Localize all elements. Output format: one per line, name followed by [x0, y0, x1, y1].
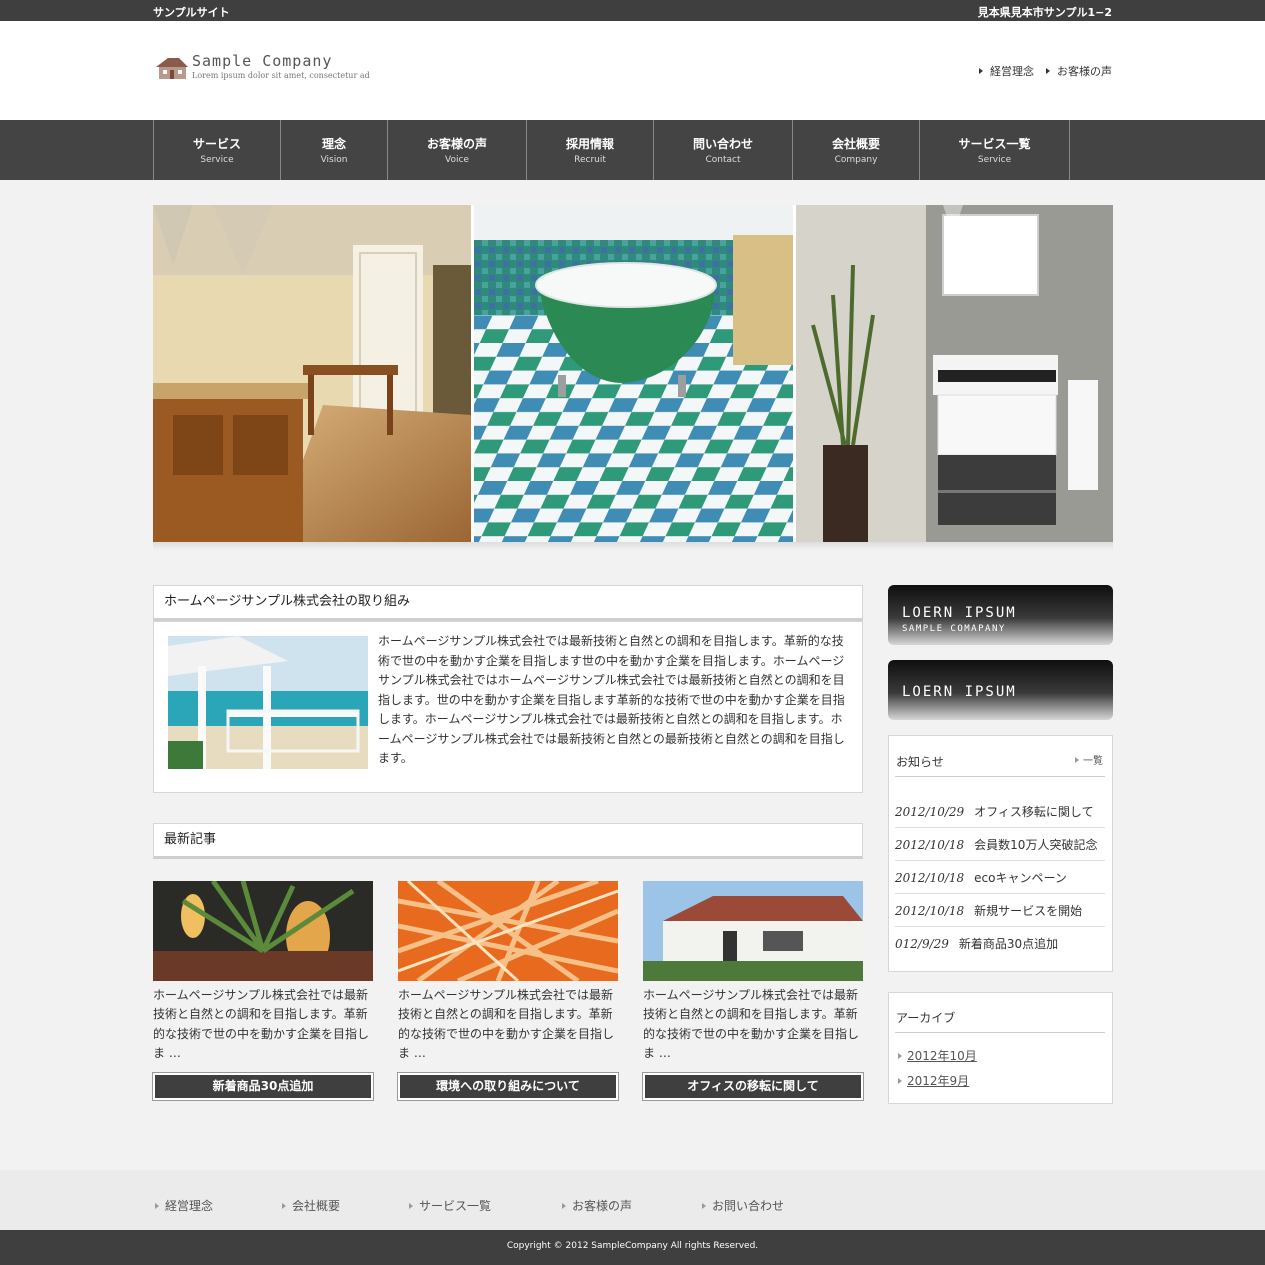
article-image-2[interactable] [398, 881, 618, 981]
latest-title: 最新記事 [153, 823, 863, 859]
nav-item-recruit[interactable]: 採用情報 Recruit [526, 120, 653, 180]
nav-item-company[interactable]: 会社概要 Company [792, 120, 919, 180]
article-button-1[interactable]: 新着商品30点追加 [152, 1072, 374, 1101]
arrow-right-icon [898, 1077, 902, 1084]
archive-link-2012-09[interactable]: 2012年9月 [898, 1072, 969, 1089]
news-title: お知らせ [896, 755, 944, 769]
header-link-philosophy[interactable]: 経営理念 [979, 63, 1034, 79]
nav-item-contact[interactable]: 問い合わせ Contact [653, 120, 792, 180]
footer-link-company[interactable]: 会社概要 [282, 1197, 340, 1214]
arrow-right-icon [702, 1202, 706, 1209]
header-links: 経営理念 お客様の声 [979, 63, 1112, 79]
sidebar-banner-2[interactable]: LOERN IPSUM [888, 660, 1113, 720]
house-icon [156, 58, 188, 79]
site-name: サンプルサイト [153, 6, 230, 19]
article-text-1: ホームページサンプル株式会社では最新技術と自然との調和を目指します。革新的な技術… [153, 988, 370, 1060]
footer-link-contact[interactable]: お問い合わせ [702, 1197, 784, 1214]
article-button-3[interactable]: オフィスの移転に関して [642, 1072, 864, 1101]
sticks-illustration [398, 881, 618, 981]
footer-link-philosophy[interactable]: 経営理念 [155, 1197, 213, 1214]
hero-image [153, 205, 1113, 542]
intro-text: ホームページサンプル株式会社では最新技術と自然との調和を目指します。革新的な技術… [378, 634, 845, 765]
sidebar-banner-1[interactable]: LOERN IPSUM SAMPLE COMAPANY [888, 585, 1113, 645]
article-image-3[interactable] [643, 881, 863, 981]
article-text-2: ホームページサンプル株式会社では最新技術と自然との調和を目指します。革新的な技術… [398, 988, 615, 1060]
news-more-link[interactable]: 一覧 [1075, 752, 1103, 767]
news-item[interactable]: 2012/10/18 会員数10万人突破記念 [895, 828, 1105, 861]
address: 見本県見本市サンプル1−2 [977, 6, 1112, 19]
archive-link-2012-10[interactable]: 2012年10月 [898, 1047, 977, 1064]
top-bar: サンプルサイト 見本県見本市サンプル1−2 [0, 0, 1265, 21]
news-item[interactable]: 012/9/29 新着商品30点追加 [895, 927, 1105, 960]
article-image-1[interactable] [153, 881, 373, 981]
intro-title: ホームページサンプル株式会社の取り組み [153, 585, 863, 621]
footer-link-service-list[interactable]: サービス一覧 [409, 1197, 491, 1214]
arrow-right-icon [155, 1202, 159, 1209]
nav-item-service[interactable]: サービス Service [153, 120, 280, 180]
header: Sample Company Lorem ipsum dolor sit ame… [0, 21, 1265, 120]
nav-item-service-list[interactable]: サービス一覧 Service [919, 120, 1070, 180]
logo[interactable]: Sample Company Lorem ipsum dolor sit ame… [155, 52, 370, 86]
article-button-2[interactable]: 環境への取り組みについて [397, 1072, 619, 1101]
news-item[interactable]: 2012/10/29 オフィス移転に関して [895, 795, 1105, 828]
hero-illustration [153, 205, 1113, 542]
spa-illustration [153, 881, 373, 981]
news-item[interactable]: 2012/10/18 ecoキャンペーン [895, 861, 1105, 894]
company-name: Sample Company [192, 52, 333, 70]
arrow-right-icon [1046, 68, 1050, 74]
archive-divider [895, 1032, 1105, 1033]
footer-link-voice[interactable]: お客様の声 [562, 1197, 632, 1214]
header-link-voice[interactable]: お客様の声 [1046, 63, 1112, 79]
arrow-right-icon [979, 68, 983, 74]
article-text-3: ホームページサンプル株式会社では最新技術と自然との調和を目指します。革新的な技術… [643, 988, 860, 1060]
main-nav: サービス Service 理念 Vision お客様の声 Voice 採用情報 Recr… [0, 120, 1265, 180]
nav-item-vision[interactable]: 理念 Vision [280, 120, 387, 180]
news-item[interactable]: 2012/10/18 新規サービスを開始 [895, 894, 1105, 927]
news-divider [895, 776, 1105, 777]
arrow-right-icon [282, 1202, 286, 1209]
gazebo-illustration [168, 636, 368, 769]
hero-shadow [153, 542, 1113, 550]
intro-image [168, 636, 368, 769]
copyright: Copyright © 2012 SampleCompany All right… [0, 1230, 1265, 1265]
company-tagline: Lorem ipsum dolor sit amet, consectetur … [192, 71, 370, 80]
arrow-right-icon [409, 1202, 413, 1209]
arrow-right-icon [1075, 756, 1079, 763]
archive-title: アーカイブ [896, 1011, 956, 1025]
nav-item-voice[interactable]: お客様の声 Voice [387, 120, 526, 180]
house-illustration [643, 881, 863, 981]
arrow-right-icon [562, 1202, 566, 1209]
arrow-right-icon [898, 1052, 902, 1059]
